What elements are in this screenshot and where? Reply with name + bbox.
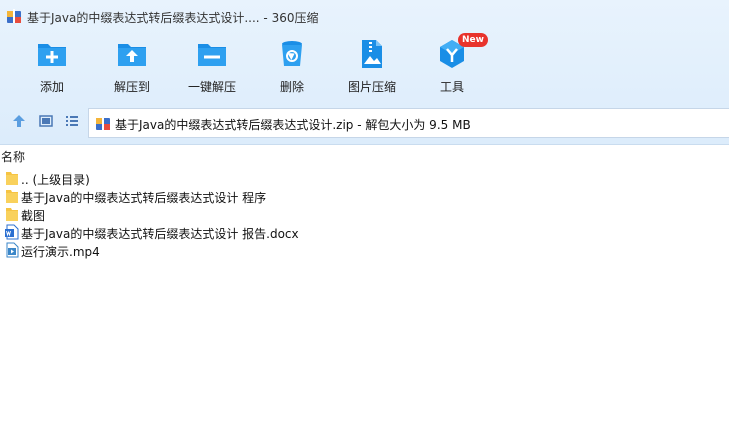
one-click-extract-icon: [198, 44, 226, 66]
list-view-icon[interactable]: [64, 113, 80, 129]
column-header: 名称: [0, 146, 729, 164]
path-bar[interactable]: 基于Java的中缀表达式转后缀表达式设计.zip - 解包大小为 9.5 MB: [88, 108, 729, 138]
trash-icon: [282, 41, 302, 66]
add-folder-icon: [38, 44, 66, 66]
list-item-label: 基于Java的中缀表达式转后缀表达式设计 程序: [21, 191, 267, 205]
folder-icon: [6, 172, 18, 185]
list-item-label: .. (上级目录): [21, 173, 90, 187]
list-item-label: 截图: [21, 209, 46, 223]
navigation-bar: 基于Java的中缀表达式转后缀表达式设计.zip - 解包大小为 9.5 MB: [0, 106, 729, 138]
toolbar: 添加 解压到 一键解压 删除 图片压缩 New 工具: [0, 32, 729, 98]
new-badge: New: [458, 33, 488, 47]
up-arrow-icon[interactable]: [11, 113, 27, 129]
tools-button[interactable]: New 工具: [412, 33, 492, 96]
one-click-extract-label: 一键解压: [187, 80, 236, 94]
archive-app-icon: [7, 9, 21, 23]
list-item-label: 基于Java的中缀表达式转后缀表达式设计 报告.docx: [21, 227, 299, 241]
add-label: 添加: [39, 80, 64, 94]
add-button[interactable]: 添加: [12, 38, 92, 96]
one-click-extract-button[interactable]: 一键解压: [172, 38, 252, 96]
list-item[interactable]: 运行演示.mp4: [0, 241, 729, 259]
image-zip-icon: [362, 40, 382, 68]
list-item-parent-dir[interactable]: .. (上级目录): [0, 169, 729, 187]
top-area: 基于Java的中缀表达式转后缀表达式设计.... - 360压缩 添加 解压到: [0, 0, 729, 145]
list-item[interactable]: 截图: [0, 205, 729, 223]
delete-label: 删除: [279, 80, 304, 94]
title-bar: 基于Java的中缀表达式转后缀表达式设计.... - 360压缩: [0, 0, 729, 32]
thumbnail-view-icon[interactable]: [38, 113, 54, 129]
list-item[interactable]: 基于Java的中缀表达式转后缀表达式设计 报告.docx: [0, 223, 729, 241]
video-file-icon: [6, 242, 19, 258]
archive-path: 基于Java的中缀表达式转后缀表达式设计.zip - 解包大小为 9.5 MB: [115, 118, 471, 132]
image-compress-button[interactable]: 图片压缩: [332, 38, 412, 96]
folder-icon: [6, 208, 18, 221]
window-title: 基于Java的中缀表达式转后缀表达式设计.... - 360压缩: [27, 11, 319, 25]
list-item-label: 运行演示.mp4: [21, 245, 100, 259]
list-item[interactable]: 基于Java的中缀表达式转后缀表达式设计 程序: [0, 187, 729, 205]
extract-to-button[interactable]: 解压到: [92, 38, 172, 96]
folder-icon: [6, 190, 18, 203]
zip-file-icon: [96, 116, 110, 130]
extract-to-label: 解压到: [113, 80, 150, 94]
column-name-header[interactable]: 名称: [1, 148, 25, 165]
extract-folder-icon: [118, 44, 146, 66]
tools-label: 工具: [439, 80, 464, 94]
word-document-icon: [5, 224, 19, 240]
image-compress-label: 图片压缩: [347, 80, 396, 94]
delete-button[interactable]: 删除: [252, 38, 332, 96]
